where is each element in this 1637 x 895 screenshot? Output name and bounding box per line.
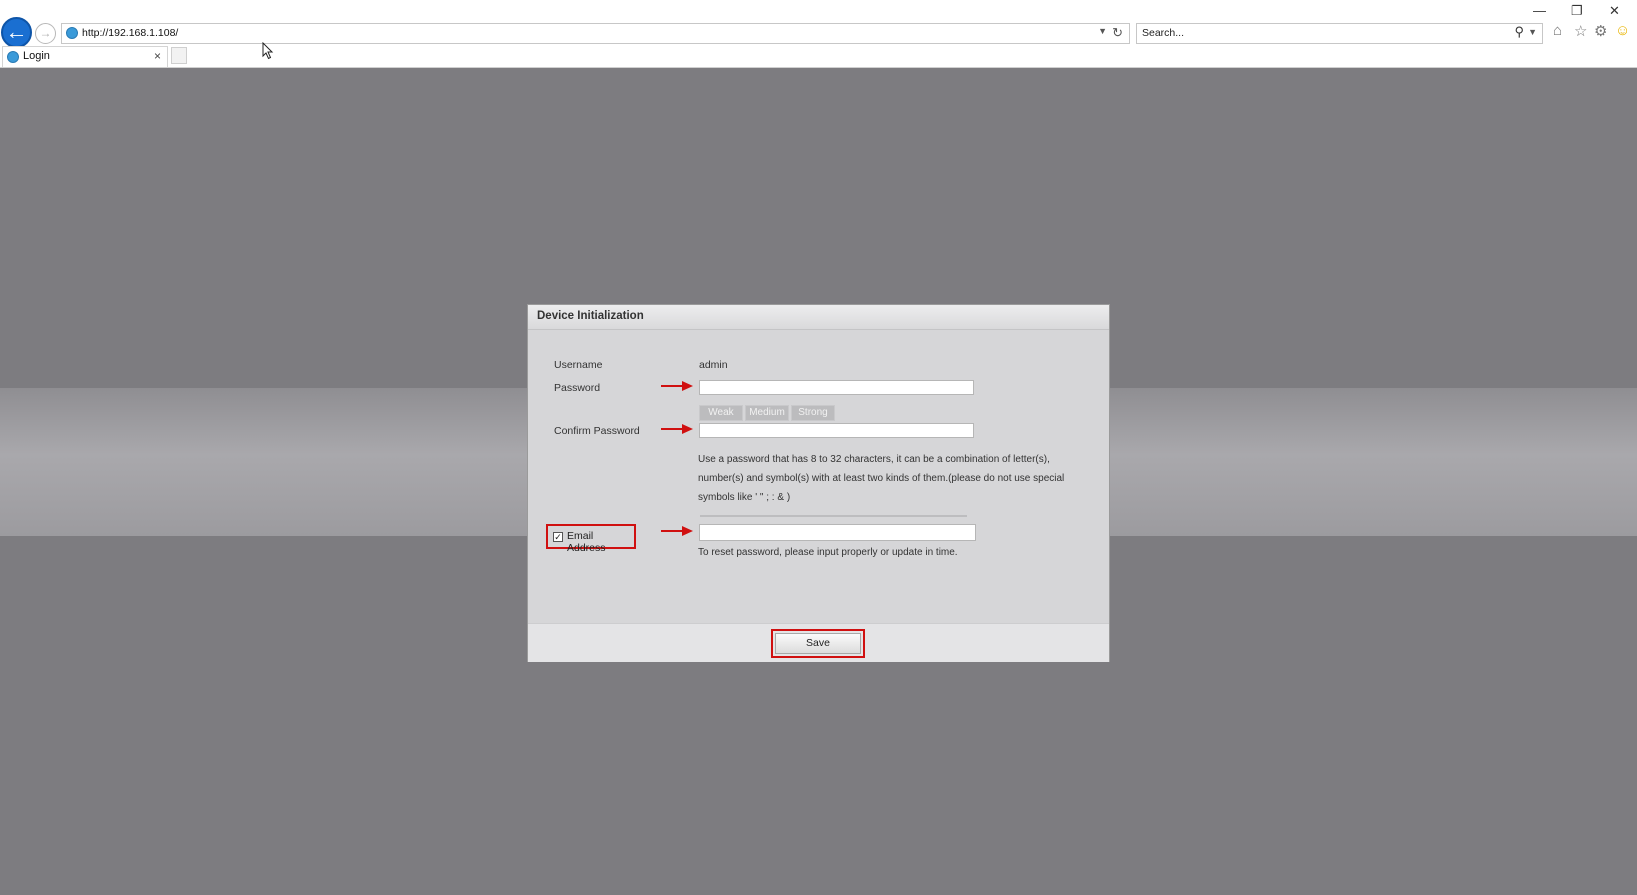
mouse-cursor-icon [262,42,274,60]
minimize-icon[interactable]: — [1533,3,1546,18]
restore-icon[interactable]: ❐ [1571,3,1583,19]
page-icon [66,27,78,39]
hint-line: number(s) and symbol(s) with at least tw… [698,473,1065,484]
forward-button[interactable]: → [35,23,56,44]
hint-line: symbols like ' " ; : & ) [698,492,791,503]
settings-gear-icon[interactable]: ⚙ [1594,22,1607,40]
home-icon[interactable]: ⌂ [1553,22,1562,39]
browser-toolbar: ← → http://192.168.1.108/ ▼ ↻ Search... … [0,0,1637,68]
search-icon[interactable]: ⚲ [1514,24,1524,40]
username-label: Username [554,359,603,371]
username-value: admin [699,359,728,371]
password-label: Password [554,382,601,394]
email-checkbox[interactable]: ✓ [553,532,563,542]
search-dropdown-icon[interactable]: ▼ [1528,27,1537,37]
back-button[interactable]: ← [1,17,32,48]
dialog-footer: Save [528,623,1109,662]
tab-title: Login [23,50,50,62]
strength-weak: Weak [699,405,743,421]
url-text: http://192.168.1.108/ [82,27,179,39]
strength-strong: Strong [791,405,835,421]
search-box[interactable]: Search... ⚲ ▼ [1136,23,1543,44]
password-hint: Use a password that has 8 to 32 characte… [698,450,1088,507]
dialog-title: Device Initialization [537,310,644,322]
reset-hint: To reset password, please input properly… [698,547,958,558]
strength-medium: Medium [745,405,789,421]
confirm-password-input[interactable] [699,423,974,438]
divider [700,515,967,517]
dialog-header: Device Initialization [528,305,1109,330]
tab-favicon-icon [7,51,19,63]
confirm-password-label: Confirm Password [554,425,640,437]
annotation-arrow-email [661,526,693,536]
search-placeholder: Search... [1142,27,1185,39]
address-bar[interactable]: http://192.168.1.108/ ▼ ↻ [61,23,1130,44]
device-initialization-dialog: Device Initialization Username admin Pas… [527,304,1110,662]
browser-tab-login[interactable]: Login × [2,46,168,67]
annotation-arrow-confirm [661,424,693,434]
save-button[interactable]: Save [775,633,861,654]
email-address-label: Email Address [567,530,606,554]
annotation-arrow-password [661,381,693,391]
password-input[interactable] [699,380,974,395]
hint-line: Use a password that has 8 to 32 characte… [698,454,1050,465]
new-tab-button[interactable] [171,47,187,64]
email-input[interactable] [699,524,976,541]
close-window-icon[interactable]: ✕ [1609,3,1620,19]
address-dropdown-icon[interactable]: ▼ [1098,26,1107,36]
tab-close-icon[interactable]: × [154,49,161,63]
email-address-checkbox-highlight: ✓ Email Address [546,524,636,554]
refresh-icon[interactable]: ↻ [1112,25,1123,41]
favorites-star-icon[interactable]: ☆ [1574,22,1587,40]
smiley-feedback-icon[interactable]: ☺ [1615,22,1630,39]
